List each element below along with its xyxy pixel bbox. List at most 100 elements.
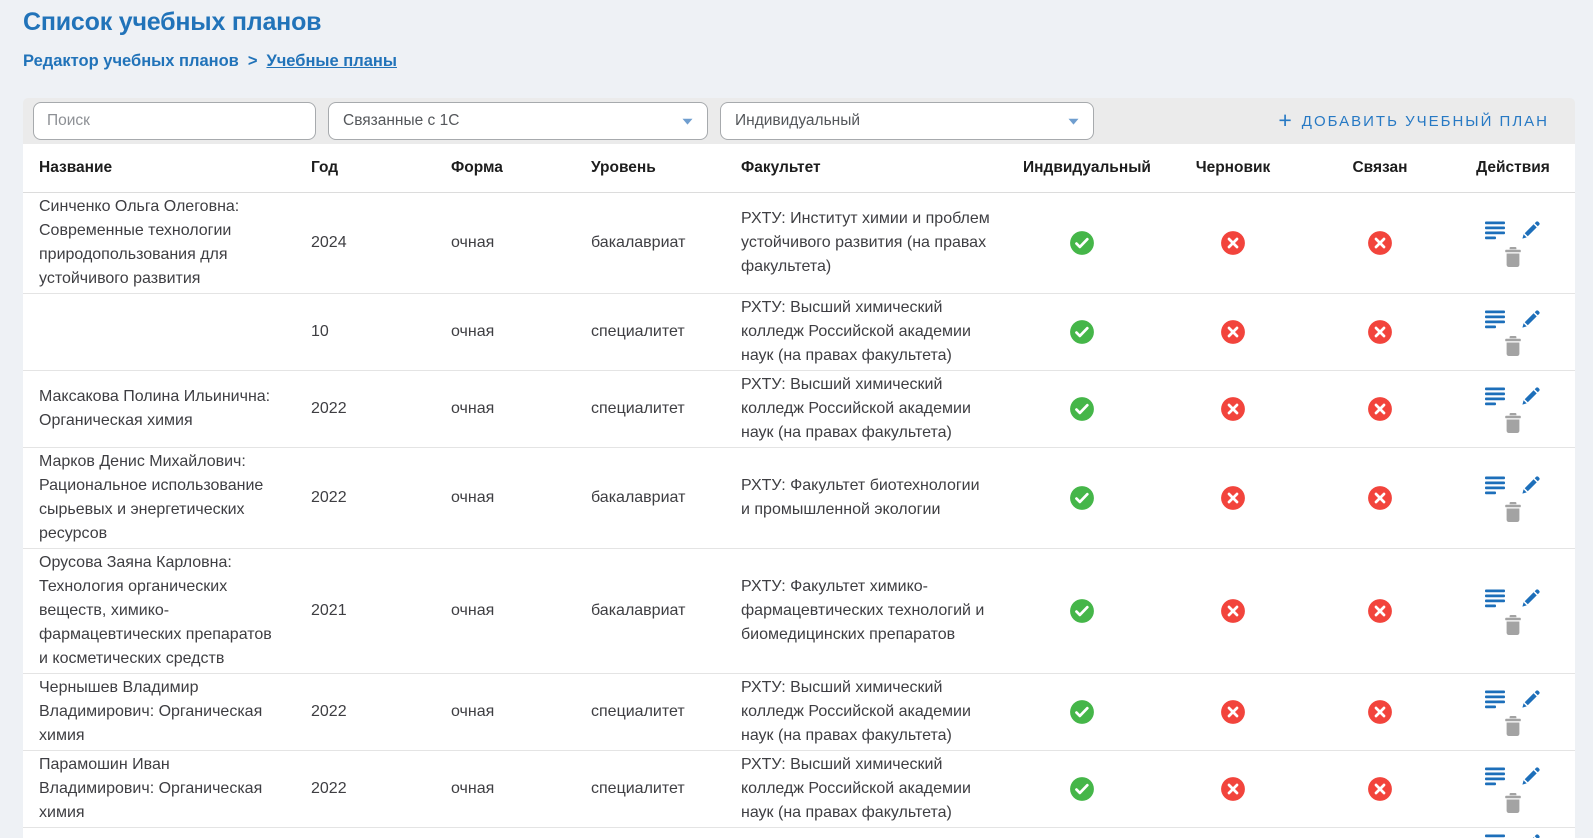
cross-circle-icon [1367,485,1393,511]
plan-year-cell: 2022 [295,751,435,828]
cross-circle-icon [1220,485,1246,511]
pencil-icon [1521,309,1541,329]
plan-form-cell: очная [435,751,575,828]
plan-form-cell: очная [435,193,575,294]
plan-name-cell: Орусова Заяна Карловна: Технология орган… [23,549,295,674]
plan-level-cell: специалитет [575,751,725,828]
plan-level-cell: бакалавриат [575,549,725,674]
column-header-year: Год [295,144,435,193]
cross-circle-icon [1367,230,1393,256]
cross-circle-icon [1220,598,1246,624]
plan-name-cell: Максакова Полина Ильинична: Органическая… [23,371,295,448]
delete-plan-button[interactable] [1504,716,1522,736]
actions-cell [1451,371,1575,448]
table-row: Чернышев Владимир Владимирович: Органиче… [23,674,1575,751]
breadcrumb-separator: > [248,52,258,71]
plan-details-button[interactable] [1485,689,1506,709]
row-actions [1485,763,1541,816]
column-header-name: Название [23,144,295,193]
plan-details-button[interactable] [1485,588,1506,608]
cross-circle-icon [1367,396,1393,422]
individual-filter-dropdown[interactable]: Индивидуальный [720,102,1094,140]
edit-plan-button[interactable] [1521,766,1541,786]
plan-details-button[interactable] [1485,386,1506,406]
draft-status-cell [1157,674,1309,751]
linked-1c-filter-dropdown[interactable]: Связанные с 1С [328,102,708,140]
plan-faculty-cell: РХТУ: Факультет биотехнологии и промышле… [725,448,1007,549]
cross-circle-icon [1367,598,1393,624]
list-icon [1485,386,1506,406]
plan-details-button[interactable] [1485,309,1506,329]
column-header-draft: Черновик [1157,144,1309,193]
actions-cell [1451,674,1575,751]
table-row: Максакова Полина Ильинична: Органическая… [23,371,1575,448]
plan-details-button[interactable] [1485,220,1506,240]
page: Список учебных планов Редактор учебных п… [0,0,1593,838]
trash-icon [1504,716,1522,736]
row-actions [1485,585,1541,638]
table-row: Орусова Заяна Карловна: Технология орган… [23,549,1575,674]
plan-details-button[interactable] [1485,475,1506,495]
pencil-icon [1521,386,1541,406]
plan-details-button[interactable] [1485,833,1506,838]
draft-status-cell [1157,751,1309,828]
list-icon [1485,475,1506,495]
plan-name-cell [23,828,295,838]
cross-circle-icon [1220,230,1246,256]
breadcrumb-plans-link[interactable]: Учебные планы [266,52,397,71]
delete-plan-button[interactable] [1504,413,1522,433]
edit-plan-button[interactable] [1521,475,1541,495]
pencil-icon [1521,475,1541,495]
cross-circle-icon [1220,396,1246,422]
delete-plan-button[interactable] [1504,336,1522,356]
edit-plan-button[interactable] [1521,833,1541,838]
pencil-icon [1521,220,1541,240]
plan-form-cell [435,828,575,838]
delete-plan-button[interactable] [1504,502,1522,522]
edit-plan-button[interactable] [1521,220,1541,240]
individual-status-cell [1007,549,1157,674]
delete-plan-button[interactable] [1504,615,1522,635]
row-actions [1485,472,1541,525]
plan-name-cell: Чернышев Владимир Владимирович: Органиче… [23,674,295,751]
plan-year-cell: 2022 [295,674,435,751]
delete-plan-button[interactable] [1504,793,1522,813]
pencil-icon [1521,689,1541,709]
table-row: 10очнаяспециалитетРХТУ: Высший химически… [23,294,1575,371]
plan-form-cell: очная [435,674,575,751]
table-row: РХТУ: Высший химический [23,828,1575,838]
breadcrumb-editor-link[interactable]: Редактор учебных планов [23,52,239,71]
edit-plan-button[interactable] [1521,689,1541,709]
list-icon [1485,220,1506,240]
add-plan-button[interactable]: + ДОБАВИТЬ УЧЕБНЫЙ ПЛАН [1278,110,1549,133]
delete-plan-button[interactable] [1504,247,1522,267]
cross-circle-icon [1220,776,1246,802]
edit-plan-button[interactable] [1521,386,1541,406]
linked-status-cell [1309,193,1451,294]
plan-level-cell [575,828,725,838]
column-header-level: Уровень [575,144,725,193]
breadcrumb: Редактор учебных планов > Учебные планы [23,52,1575,71]
check-circle-icon [1069,485,1095,511]
trash-icon [1504,247,1522,267]
plan-name-cell: Парамошин Иван Владимирович: Органическа… [23,751,295,828]
plan-details-button[interactable] [1485,766,1506,786]
linked-status-cell [1309,448,1451,549]
cross-circle-icon [1220,699,1246,725]
table-row: Парамошин Иван Владимирович: Органическа… [23,751,1575,828]
edit-plan-button[interactable] [1521,309,1541,329]
list-icon [1485,309,1506,329]
trash-icon [1504,413,1522,433]
trash-icon [1504,336,1522,356]
draft-status-cell [1157,828,1309,838]
check-circle-icon [1069,699,1095,725]
actions-cell [1451,294,1575,371]
plan-level-cell: специалитет [575,371,725,448]
search-input[interactable] [33,102,316,140]
list-icon [1485,766,1506,786]
edit-plan-button[interactable] [1521,588,1541,608]
filter-toolbar: Связанные с 1С Индивидуальный + ДОБАВИТЬ… [23,98,1575,144]
linked-status-cell [1309,294,1451,371]
column-header-linked: Связан [1309,144,1451,193]
row-actions [1485,686,1541,739]
